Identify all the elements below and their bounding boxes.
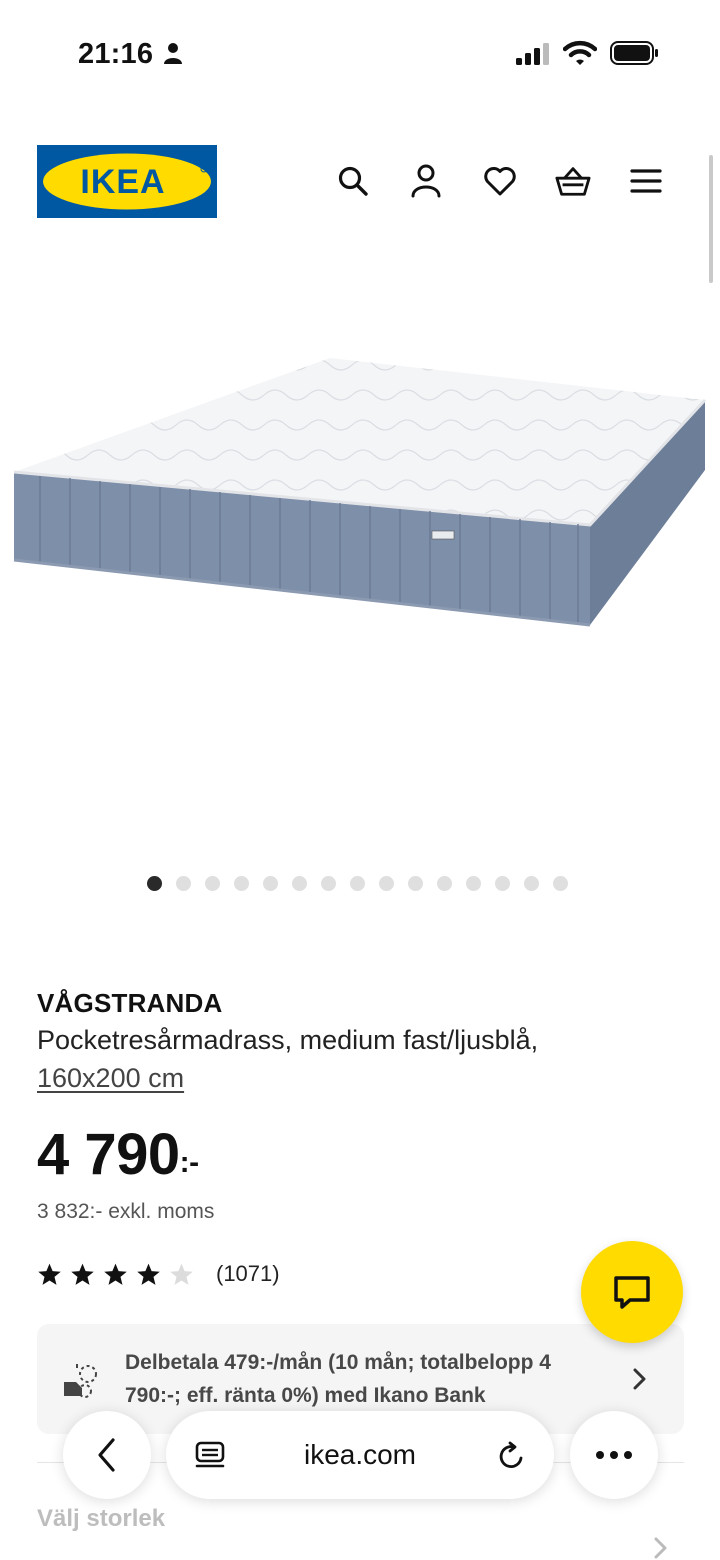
carousel-dot[interactable]: [437, 875, 452, 891]
product-image[interactable]: [0, 290, 720, 760]
price-value: 4 790: [37, 1122, 180, 1187]
reload-icon[interactable]: [496, 1440, 528, 1472]
wifi-icon: [563, 40, 597, 65]
chat-button[interactable]: [581, 1241, 683, 1343]
carousel-dot[interactable]: [495, 875, 510, 891]
carousel-dot[interactable]: [466, 875, 481, 891]
price-excl-vat: 3 832:- exkl. moms: [37, 1200, 215, 1223]
carousel-dot[interactable]: [321, 875, 336, 891]
product-price: 4 790:-: [37, 1120, 199, 1200]
carousel-dot[interactable]: [292, 875, 307, 891]
product-name: VÅGSTRANDA: [37, 988, 223, 1018]
chevron-right-icon: [633, 1368, 646, 1390]
carousel-dot[interactable]: [147, 875, 162, 891]
product-description: Pocketresårmadrass, medium fast/ljusblå,: [37, 1025, 539, 1055]
carousel-dot[interactable]: [524, 875, 539, 891]
chat-icon: [614, 1276, 650, 1309]
back-button[interactable]: [63, 1411, 151, 1499]
star-filled-icon: [38, 1263, 61, 1285]
more-dots-icon: [596, 1451, 632, 1459]
address-bar[interactable]: ikea.com: [166, 1411, 554, 1499]
menu-icon[interactable]: [628, 163, 664, 199]
tabs-icon: [195, 1441, 225, 1468]
scrollbar[interactable]: [709, 155, 713, 283]
star-empty-icon: [170, 1263, 193, 1285]
ikea-logo[interactable]: IKEA: [37, 145, 217, 218]
url-text: ikea.com: [303, 1439, 417, 1470]
chevron-right-icon[interactable]: [652, 1535, 670, 1560]
signal-icon: [516, 43, 549, 65]
logo-text: IKEA: [80, 163, 165, 201]
rating-count: (1071): [216, 1261, 280, 1286]
star-filled-icon: [137, 1263, 160, 1285]
image-carousel-dots[interactable]: [147, 875, 568, 891]
more-button[interactable]: [570, 1411, 658, 1499]
status-time: 21:16: [78, 38, 154, 70]
carousel-dot[interactable]: [205, 875, 220, 891]
star-filled-icon: [104, 1263, 127, 1285]
search-icon[interactable]: [335, 163, 371, 199]
product-size-link[interactable]: 160x200 cm: [37, 1063, 184, 1094]
battery-icon: [610, 41, 658, 65]
heart-icon[interactable]: [482, 163, 518, 199]
chevron-left-icon: [98, 1438, 115, 1472]
installment-icon: [64, 1364, 97, 1398]
star-filled-icon: [71, 1263, 94, 1285]
carousel-dot[interactable]: [263, 875, 278, 891]
carousel-dot[interactable]: [379, 875, 394, 891]
status-bar: 21:16: [0, 0, 720, 100]
choose-size-label[interactable]: Välj storlek: [37, 1505, 165, 1533]
browser-toolbar: ikea.com: [0, 1405, 720, 1505]
financing-text: Delbetala 479:-/mån (10 mån; totalbelopp…: [125, 1351, 551, 1407]
carousel-dot[interactable]: [176, 875, 191, 891]
carousel-dot[interactable]: [553, 875, 568, 891]
product-rating[interactable]: (1071): [37, 1259, 280, 1289]
account-icon[interactable]: [408, 163, 444, 199]
cart-icon[interactable]: [555, 163, 591, 199]
person-icon: [164, 43, 182, 64]
carousel-dot[interactable]: [408, 875, 423, 891]
carousel-dot[interactable]: [350, 875, 365, 891]
price-suffix: :-: [179, 1146, 199, 1179]
carousel-dot[interactable]: [234, 875, 249, 891]
